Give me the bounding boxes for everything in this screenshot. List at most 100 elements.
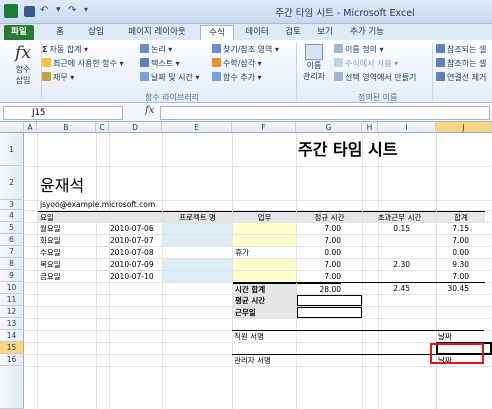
name-manager-button[interactable]: 이름 관리자: [298, 44, 330, 82]
totals-label[interactable]: 시간 합계: [233, 283, 296, 294]
project-cell[interactable]: [163, 223, 232, 234]
day-cell[interactable]: 화요일: [40, 235, 61, 246]
overtime-cell[interactable]: 2.30: [363, 259, 410, 270]
task-cell[interactable]: [233, 271, 296, 282]
header-day[interactable]: 요일: [38, 211, 162, 222]
more-functions-button[interactable]: 함수 추가 ▾: [212, 72, 262, 83]
day-cell[interactable]: 월요일: [40, 223, 61, 234]
col-header-e[interactable]: E: [162, 122, 232, 133]
row-header-8[interactable]: 8: [0, 258, 24, 270]
row-header-15[interactable]: 15: [0, 342, 24, 354]
regular-cell[interactable]: 7.00: [297, 271, 341, 282]
financial-button[interactable]: 재무 ▾: [42, 72, 74, 83]
col-header-a[interactable]: A: [24, 122, 37, 133]
col-header-i[interactable]: I: [378, 122, 436, 133]
tab-data[interactable]: 데이터: [238, 25, 276, 40]
workdays-value[interactable]: [297, 307, 362, 318]
row-header-7[interactable]: 7: [0, 246, 24, 258]
employee-email[interactable]: jsyoo@example.microsoft.com: [40, 200, 155, 210]
project-cell[interactable]: 휴가: [163, 247, 249, 258]
col-header-d[interactable]: D: [109, 122, 162, 133]
header-overtime[interactable]: 초과근무 시간: [363, 211, 436, 222]
date-cell[interactable]: 2010-07-06: [110, 223, 154, 234]
project-cell[interactable]: [163, 235, 232, 246]
regular-cell[interactable]: 7.00: [297, 223, 341, 234]
use-in-formula-button[interactable]: 수식에서 사용 ▾: [334, 58, 398, 69]
save-icon[interactable]: [24, 6, 35, 17]
remove-arrows-button[interactable]: 연결선 제거: [436, 72, 486, 83]
row-header-3[interactable]: 3: [0, 200, 24, 210]
project-cell[interactable]: [163, 271, 232, 282]
col-header-g[interactable]: G: [296, 122, 362, 133]
text-button[interactable]: 텍스트 ▾: [140, 58, 180, 69]
header-regular[interactable]: 정규 시간: [297, 211, 362, 222]
redo-icon[interactable]: ↷: [68, 5, 82, 19]
row-header-5[interactable]: 5: [0, 222, 24, 234]
date-cell[interactable]: 2010-07-10: [110, 271, 154, 282]
lookup-button[interactable]: 찾기/참조 영역 ▾: [212, 44, 279, 55]
totals-regular[interactable]: 28.00: [297, 283, 341, 295]
worksheet-grid[interactable]: A B C D E F G H I J 1 2 3 4 5 6 7 8 9 10…: [0, 122, 492, 409]
date-cell[interactable]: 2010-07-08: [110, 247, 154, 258]
total-cell[interactable]: 7.00: [437, 271, 469, 282]
create-from-selection-button[interactable]: 선택 영역에서 만들기: [334, 72, 416, 83]
workdays-label[interactable]: 근무일: [233, 307, 296, 318]
recent-functions-button[interactable]: 최근에 사용한 함수 ▾: [42, 58, 124, 69]
trace-dependents-button[interactable]: 참조하는 셀: [436, 58, 486, 69]
totals-total[interactable]: 30.45: [437, 283, 469, 294]
tab-file[interactable]: 파일: [4, 25, 34, 40]
row-header-11[interactable]: 11: [0, 294, 24, 306]
task-cell[interactable]: [233, 235, 296, 246]
regular-cell[interactable]: 7.00: [297, 259, 341, 270]
excel-logo-icon[interactable]: [4, 4, 18, 18]
total-cell[interactable]: 7.15: [437, 223, 469, 234]
quick-access-dropdown-icon[interactable]: ▾: [84, 5, 98, 19]
col-header-c[interactable]: C: [96, 122, 109, 133]
total-cell[interactable]: 9.30: [437, 259, 469, 270]
regular-cell[interactable]: 7.00: [297, 235, 341, 246]
select-all-corner[interactable]: [0, 122, 24, 133]
row-header-1[interactable]: 1: [0, 133, 24, 166]
tab-view[interactable]: 보기: [312, 25, 338, 40]
col-header-b[interactable]: B: [37, 122, 96, 133]
insert-function-button[interactable]: fx 함수 삽입: [8, 42, 38, 86]
row-header-16[interactable]: 16: [0, 354, 24, 366]
avg-hours-value[interactable]: [297, 295, 362, 306]
define-name-button[interactable]: 이름 정의 ▾: [334, 44, 384, 55]
col-header-f[interactable]: F: [232, 122, 296, 133]
tab-home[interactable]: 홈: [48, 25, 72, 40]
total-cell[interactable]: 0.00: [437, 247, 469, 258]
date-cell[interactable]: 2010-07-07: [110, 235, 154, 246]
regular-cell[interactable]: 0.00: [297, 247, 341, 258]
task-cell[interactable]: [233, 223, 296, 234]
formula-input[interactable]: [160, 106, 490, 120]
row-header-14[interactable]: 14: [0, 330, 24, 342]
totals-overtime[interactable]: 2.45: [363, 283, 410, 294]
sheet-title[interactable]: 주간 타임 시트: [298, 140, 397, 160]
row-header-2[interactable]: 2: [0, 166, 24, 200]
date-cell[interactable]: 2010-07-09: [110, 259, 154, 270]
tab-formulas[interactable]: 수식: [200, 25, 234, 40]
employee-signature-label[interactable]: 직원 서명: [234, 331, 264, 342]
day-cell[interactable]: 금요일: [40, 271, 61, 282]
day-cell[interactable]: 수요일: [40, 247, 61, 258]
row-header-12[interactable]: 12: [0, 306, 24, 318]
project-cell[interactable]: [163, 259, 232, 270]
header-task[interactable]: 업무: [233, 211, 296, 222]
task-cell[interactable]: [233, 259, 296, 270]
trace-precedents-button[interactable]: 참조되는 셀: [436, 44, 486, 55]
col-header-h[interactable]: H: [362, 122, 378, 133]
avg-hours-label[interactable]: 평균 시간: [233, 295, 296, 306]
math-trig-button[interactable]: 수학/삼각 ▾: [212, 58, 262, 69]
date-label[interactable]: 날짜: [438, 331, 452, 342]
tab-add-ins[interactable]: 추가 기능: [342, 25, 392, 40]
tab-review[interactable]: 검토: [280, 25, 306, 40]
header-total[interactable]: 합계: [437, 211, 485, 222]
day-cell[interactable]: 목요일: [40, 259, 61, 270]
total-cell[interactable]: 7.00: [437, 235, 469, 246]
row-header-9[interactable]: 9: [0, 270, 24, 282]
header-project[interactable]: 프로젝트 명: [163, 211, 232, 222]
row-header-4[interactable]: 4: [0, 210, 24, 222]
undo-icon[interactable]: ↶: [40, 5, 54, 19]
logical-button[interactable]: 논리 ▾: [140, 44, 172, 55]
